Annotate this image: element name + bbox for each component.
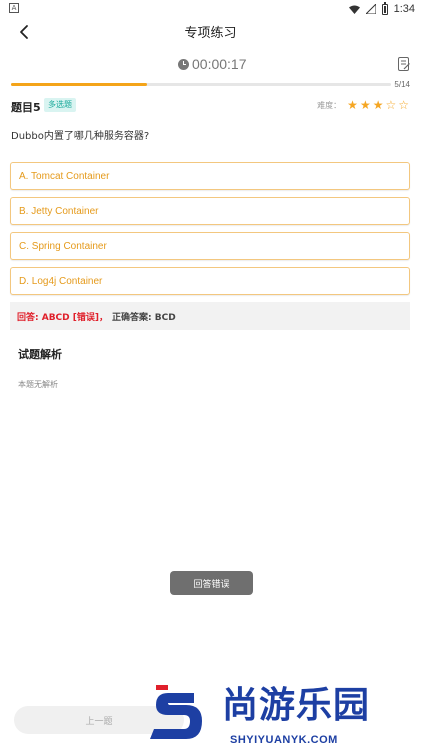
analysis-title: 试题解析: [18, 348, 62, 361]
progress-bar: [11, 83, 391, 86]
timer-value: 00:00:17: [192, 56, 247, 72]
status-bar: A 1:34: [0, 0, 421, 18]
option-a[interactable]: A. Tomcat Container: [10, 162, 410, 190]
analysis-text: 本题无解析: [18, 380, 58, 389]
clock-icon: [178, 58, 189, 70]
option-d[interactable]: D. Log4j Container: [10, 267, 410, 295]
question-number: 题目5: [11, 101, 41, 114]
progress-fill: [11, 83, 147, 86]
system-icons: 1:34: [348, 1, 415, 17]
nav-bar: 专项练习: [0, 18, 421, 46]
option-c[interactable]: C. Spring Container: [10, 232, 410, 260]
status-time: 1:34: [393, 3, 415, 15]
timer-row: 00:00:17: [0, 54, 421, 76]
star-filled-icon: ★: [347, 98, 358, 112]
question-header: 题目5 多选题 难度： ★ ★ ★ ☆ ☆: [11, 98, 411, 114]
answer-sheet-button[interactable]: [397, 56, 411, 72]
watermark: 尚游乐园 SHYIYUANYK.COM: [150, 680, 420, 750]
signal-icon: [365, 4, 376, 14]
answer-result: 回答: ABCD [错误]， 正确答案: BCD: [10, 302, 410, 330]
progress-count: 5/14: [394, 80, 410, 89]
battery-icon: [381, 1, 388, 15]
user-answer: 回答: ABCD [错误]，: [17, 312, 108, 323]
watermark-cn: 尚游乐园: [222, 685, 371, 726]
edit-note-icon: [398, 57, 410, 71]
star-empty-icon: ☆: [398, 98, 409, 112]
app-notification-icon: A: [9, 3, 19, 13]
watermark-en: SHYIYUANYK.COM: [230, 734, 338, 746]
difficulty-rating: 难度： ★ ★ ★ ☆ ☆: [317, 98, 409, 112]
correct-answer: 正确答案: BCD: [112, 312, 176, 323]
wifi-icon: [348, 5, 360, 14]
question-type-badge: 多选题: [44, 98, 76, 112]
star-empty-icon: ☆: [385, 98, 397, 112]
option-b[interactable]: B. Jetty Container: [10, 197, 410, 225]
star-filled-icon: ★: [372, 98, 384, 112]
toast-message: 回答错误: [170, 571, 253, 595]
watermark-logo-icon: [150, 685, 202, 739]
timer: 00:00:17: [178, 56, 247, 72]
page-title: 专项练习: [184, 26, 237, 41]
option-list: A. Tomcat Container B. Jetty Container C…: [10, 162, 410, 302]
difficulty-stars: ★ ★ ★ ☆ ☆: [347, 98, 409, 112]
question-text: Dubbo内置了哪几种服务容器?: [11, 131, 150, 142]
difficulty-label: 难度：: [317, 100, 342, 110]
star-filled-icon: ★: [359, 98, 371, 112]
